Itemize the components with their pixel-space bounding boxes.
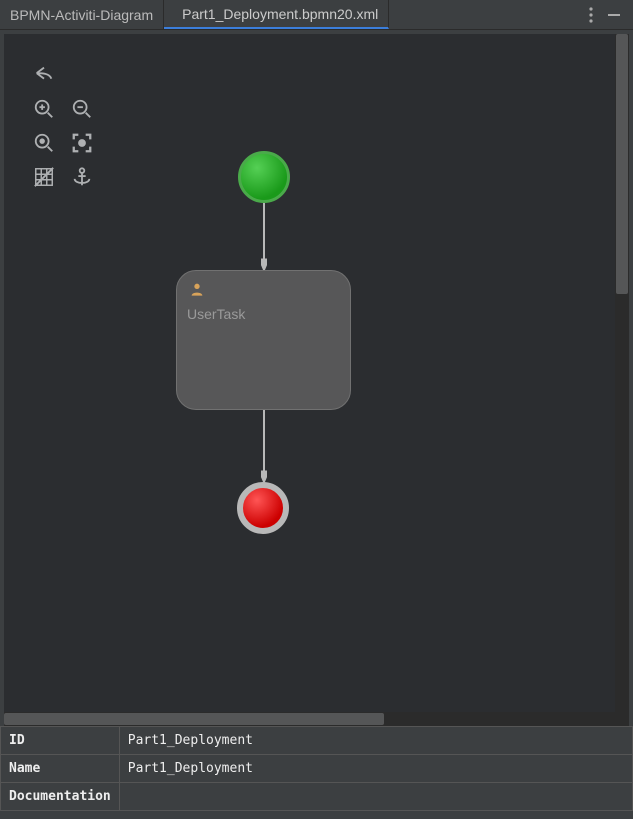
sequence-flow-arrow[interactable] (261, 203, 267, 271)
property-label: Name (1, 755, 120, 783)
scroll-thumb[interactable] (616, 34, 628, 294)
minimize-icon[interactable] (603, 4, 625, 26)
zoom-out-icon[interactable] (70, 97, 94, 121)
anchor-icon[interactable] (70, 165, 94, 189)
fit-selection-icon[interactable] (70, 131, 94, 155)
bpmn-end-event[interactable] (237, 482, 289, 534)
vertical-scrollbar[interactable] (615, 34, 629, 712)
property-label: ID (1, 727, 120, 755)
tab-actions (585, 0, 633, 29)
property-value-id[interactable]: Part1_Deployment (119, 727, 632, 755)
bpmn-user-task[interactable]: UserTask (176, 270, 351, 410)
undo-icon[interactable] (32, 63, 56, 87)
task-label: UserTask (187, 306, 245, 322)
canvas-toolbar (32, 63, 94, 189)
menu-dots-icon[interactable] (585, 3, 597, 27)
property-row-documentation: Documentation (1, 783, 633, 811)
property-label: Documentation (1, 783, 120, 811)
bpmn-start-event[interactable] (238, 151, 290, 203)
property-row-id: ID Part1_Deployment (1, 727, 633, 755)
horizontal-scrollbar[interactable] (4, 712, 629, 726)
user-icon (189, 281, 340, 300)
editor-tab-bar: BPMN-Activiti-Diagram Part1_Deployment.b… (0, 0, 633, 30)
tab-label: BPMN-Activiti-Diagram (10, 7, 153, 23)
property-row-name: Name Part1_Deployment (1, 755, 633, 783)
diagram-canvas[interactable]: UserTask (0, 30, 633, 726)
property-value-name[interactable]: Part1_Deployment (119, 755, 632, 783)
scroll-thumb[interactable] (4, 713, 384, 725)
properties-panel: ID Part1_Deployment Name Part1_Deploymen… (0, 726, 633, 811)
grid-toggle-icon[interactable] (32, 165, 56, 189)
tab-bpmn-diagram[interactable]: BPMN-Activiti-Diagram (0, 0, 164, 29)
sequence-flow-arrow[interactable] (261, 410, 267, 483)
zoom-in-icon[interactable] (32, 97, 56, 121)
tab-label: Part1_Deployment.bpmn20.xml (182, 6, 378, 22)
tab-deployment-xml[interactable]: Part1_Deployment.bpmn20.xml (164, 0, 389, 29)
zoom-reset-icon[interactable] (32, 131, 56, 155)
property-value-documentation[interactable] (119, 783, 632, 811)
